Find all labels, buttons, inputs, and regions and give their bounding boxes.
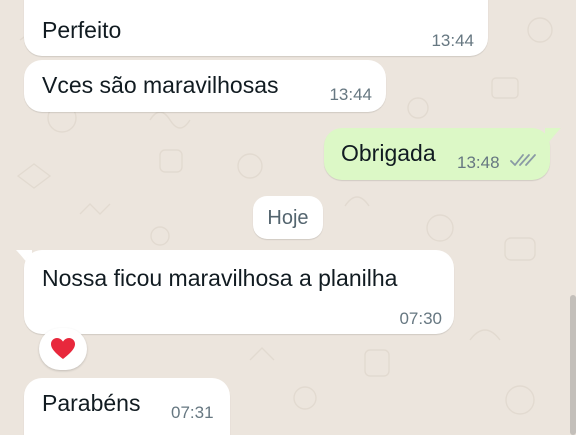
message-text: Perfeito bbox=[42, 17, 122, 43]
message-timestamp: 13:44 bbox=[431, 31, 474, 50]
message-text: Vces são maravilhosas bbox=[42, 72, 279, 98]
message-bubble[interactable]: Perfeito 13:44 bbox=[24, 0, 488, 56]
message-reaction[interactable] bbox=[39, 328, 87, 370]
bubble-tail bbox=[545, 128, 561, 146]
message-bubble[interactable]: Nossa ficou maravilhosa a planilha 07:30 bbox=[24, 250, 454, 334]
message-text: Parabéns bbox=[42, 390, 141, 416]
double-check-icon bbox=[510, 154, 536, 166]
message-timestamp: 07:30 bbox=[399, 309, 442, 328]
date-divider: Hoje bbox=[253, 196, 323, 239]
heart-icon bbox=[51, 338, 75, 359]
date-divider-label: Hoje bbox=[267, 207, 309, 229]
scrollbar[interactable] bbox=[570, 295, 576, 435]
message-timestamp: 13:48 bbox=[457, 153, 500, 172]
message-text: Obrigada bbox=[341, 140, 436, 166]
message-bubble[interactable]: Parabéns 07:31 bbox=[24, 378, 230, 435]
message-timestamp: 07:31 bbox=[171, 403, 214, 422]
message-text: Nossa ficou maravilhosa a planilha bbox=[42, 265, 398, 291]
message-bubble[interactable]: Vces são maravilhosas 13:44 bbox=[24, 60, 386, 112]
message-timestamp: 13:44 bbox=[329, 85, 372, 104]
message-bubble[interactable]: Obrigada 13:48 bbox=[324, 128, 550, 180]
